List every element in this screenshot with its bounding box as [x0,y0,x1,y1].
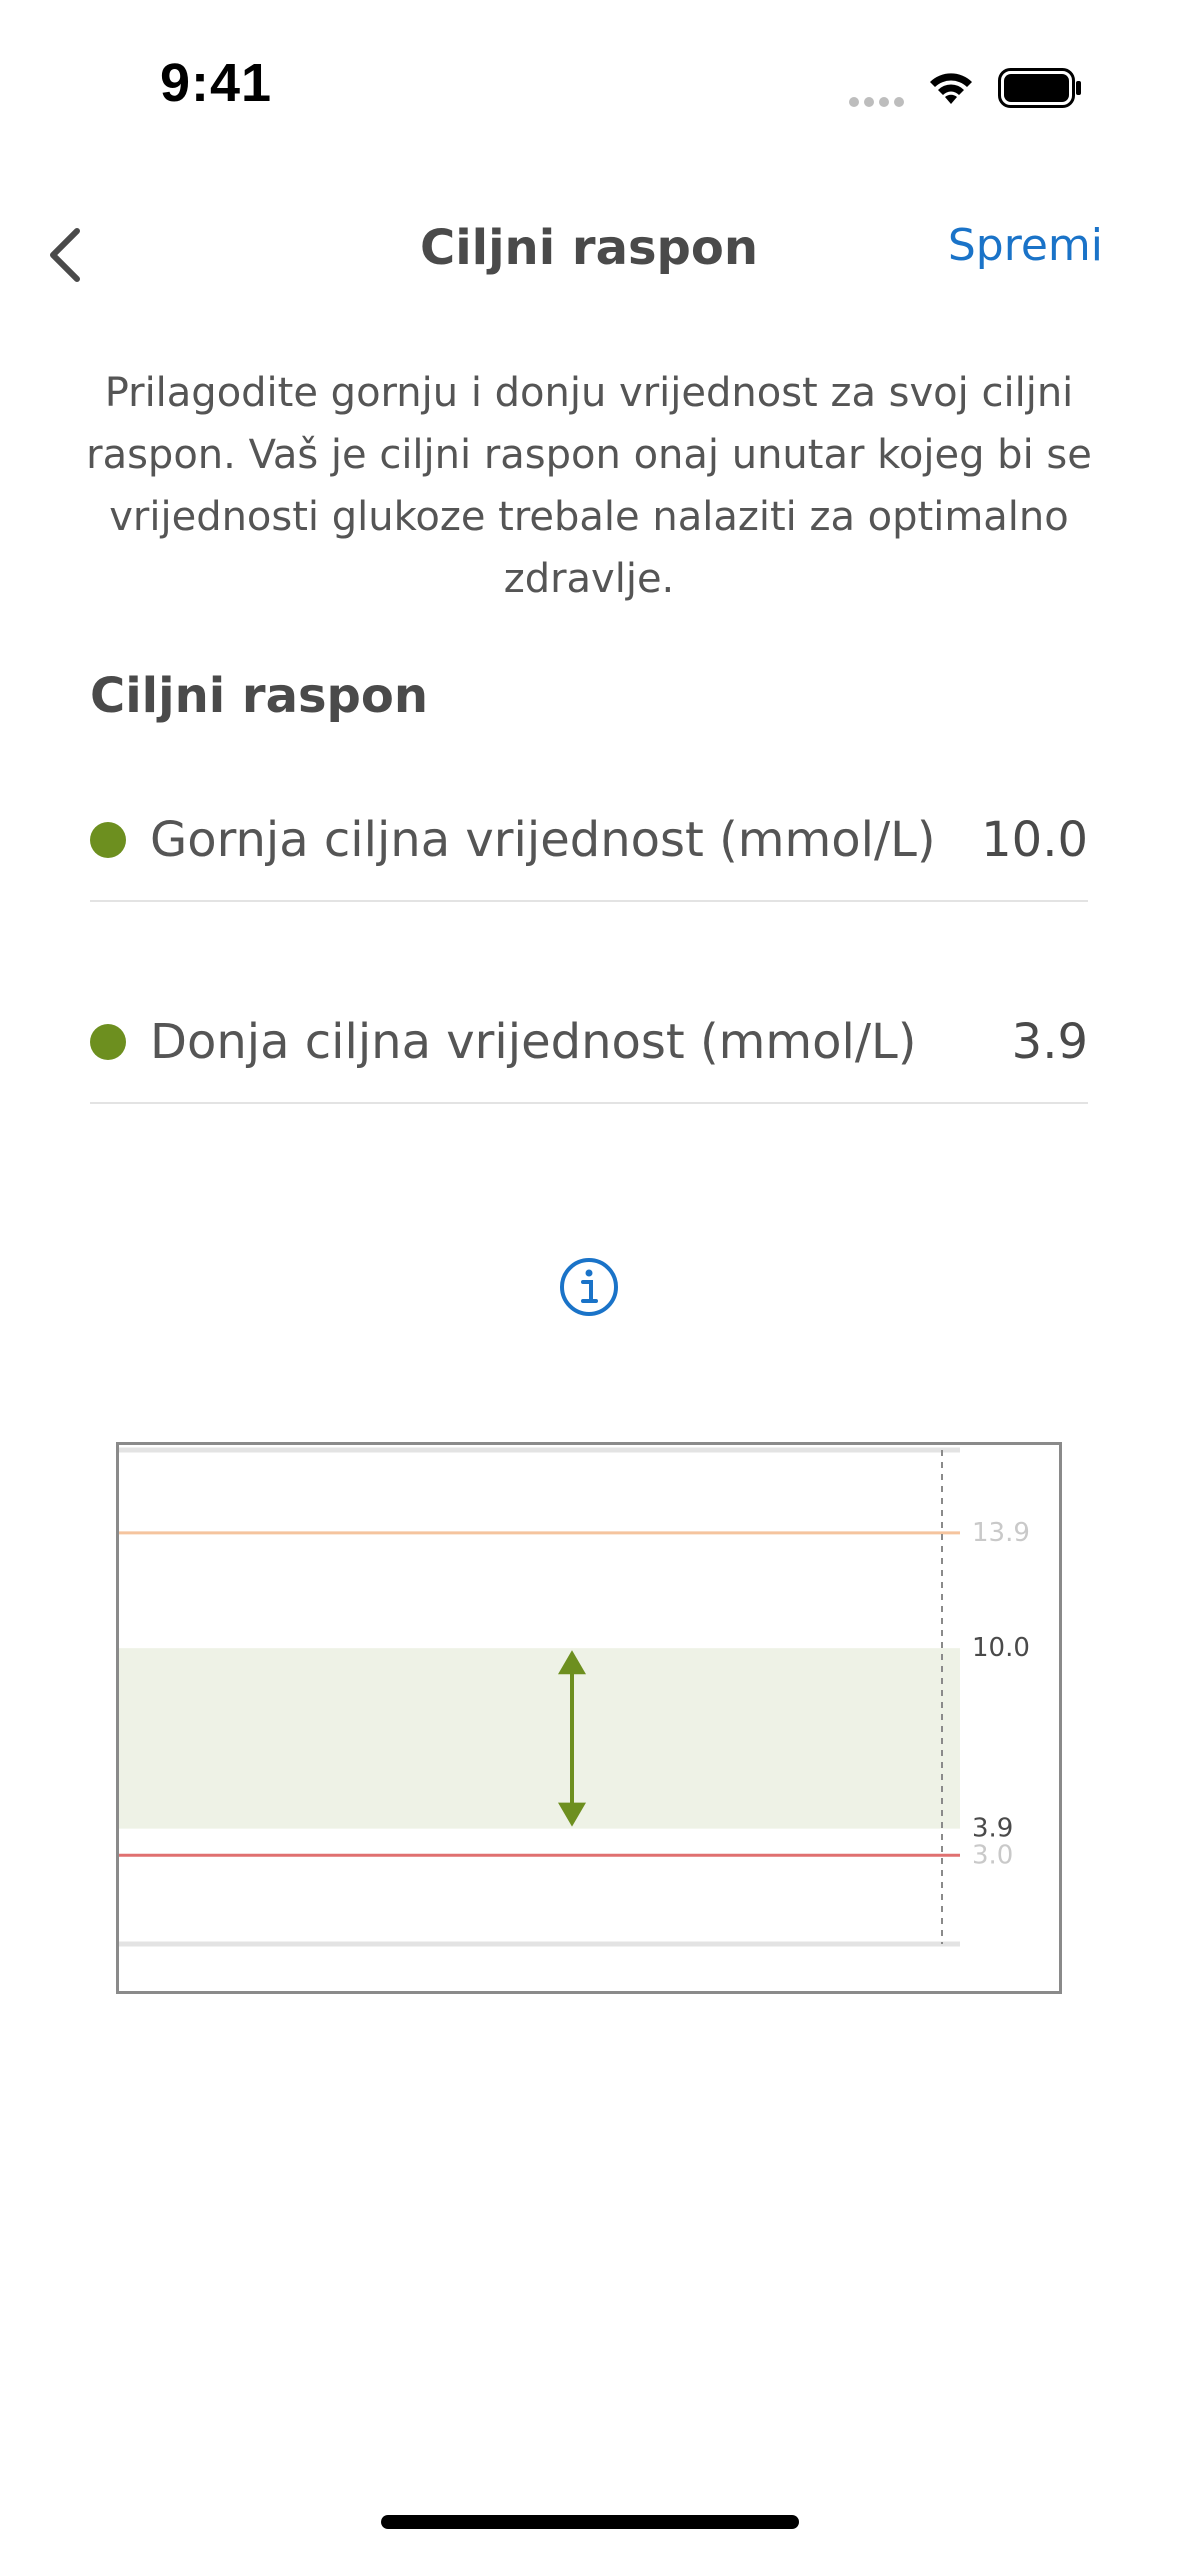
home-indicator [381,2515,799,2529]
tick-label-high: 13.9 [972,1518,1030,1548]
lower-target-dot-icon [90,1024,126,1060]
tick-label-upper-target: 10.0 [972,1633,1030,1663]
upper-target-dot-icon [90,822,126,858]
tick-label-lower-target: 3.9 [972,1814,1013,1844]
upper-target-row[interactable]: Gornja ciljna vrijednost (mmol/L) 10.0 [90,780,1088,902]
wifi-icon [930,73,972,104]
navigation-bar: Ciljni raspon Spremi [0,200,1178,310]
info-icon[interactable] [558,1256,620,1318]
upper-target-value: 10.0 [981,812,1088,868]
save-button[interactable]: Spremi [948,220,1103,271]
battery-icon [998,68,1081,108]
target-range-chart-plot: 13.9 10.0 3.93.0 [119,1447,1030,1947]
cellular-signal-icon [849,97,904,107]
status-bar: 9:41 [0,0,1178,150]
lower-target-label: Donja ciljna vrijednost (mmol/L) [150,1014,917,1070]
description-text: Prilagodite gornju i donju vrijednost za… [86,370,1092,602]
status-time: 9:41 [160,53,273,113]
lower-target-value: 3.9 [1011,1014,1088,1070]
lower-target-row[interactable]: Donja ciljna vrijednost (mmol/L) 3.9 [90,982,1088,1104]
tick-label-low: 3.0 [972,1840,1013,1870]
target-range-band [119,1648,960,1829]
section-title: Ciljni raspon [90,668,429,724]
upper-target-label: Gornja ciljna vrijednost (mmol/L) [150,812,936,868]
